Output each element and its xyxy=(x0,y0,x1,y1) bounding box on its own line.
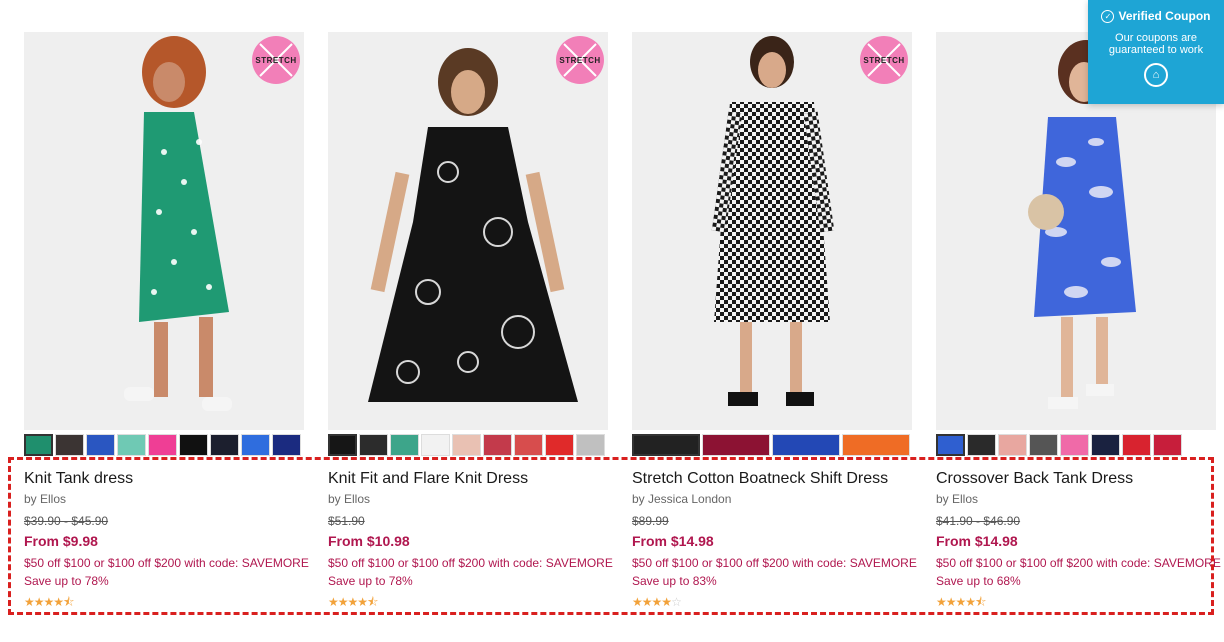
color-swatch[interactable] xyxy=(148,434,177,456)
color-swatch[interactable] xyxy=(179,434,208,456)
stretch-badge: STRETCH xyxy=(860,36,908,84)
rating-stars: ★★★★☆ xyxy=(632,595,912,609)
color-swatch[interactable] xyxy=(1153,434,1182,456)
verified-coupon-widget[interactable]: ✓ Verified Coupon Our coupons are guaran… xyxy=(1088,0,1224,104)
product-brand: by Jessica London xyxy=(632,492,732,506)
original-price: $51.90 xyxy=(328,514,365,528)
color-swatch[interactable] xyxy=(241,434,270,456)
save-text: Save up to 78% xyxy=(328,574,413,588)
promo-text: $50 off $100 or $100 off $200 with code:… xyxy=(328,556,613,570)
product-title[interactable]: Stretch Cotton Boatneck Shift Dress xyxy=(632,469,912,489)
color-swatch[interactable] xyxy=(842,434,910,456)
sale-price: From $9.98 xyxy=(24,533,98,549)
color-swatches xyxy=(936,434,1224,456)
star-icon: ★ xyxy=(641,595,653,609)
color-swatch[interactable] xyxy=(359,434,388,456)
star-icon: ★ xyxy=(328,595,339,609)
color-swatch[interactable] xyxy=(483,434,512,456)
save-text: Save up to 78% xyxy=(24,574,109,588)
color-swatch[interactable] xyxy=(514,434,543,456)
color-swatch[interactable] xyxy=(117,434,146,456)
promo-text: $50 off $100 or $100 off $200 with code:… xyxy=(632,556,917,570)
sale-price: From $14.98 xyxy=(936,533,1018,549)
promo-text: $50 off $100 or $100 off $200 with code:… xyxy=(24,556,309,570)
color-swatch[interactable] xyxy=(55,434,84,456)
rating-stars: ★★★★⯪ xyxy=(328,595,608,609)
star-icon: ★ xyxy=(337,595,349,609)
color-swatch[interactable] xyxy=(1122,434,1151,456)
color-swatch[interactable] xyxy=(24,434,53,456)
check-icon: ✓ xyxy=(1101,9,1115,23)
star-icon: ★ xyxy=(347,595,359,609)
product-brand: by Ellos xyxy=(24,492,67,506)
color-swatch[interactable] xyxy=(328,434,357,456)
star-icon: ★ xyxy=(661,595,672,609)
sale-price: From $14.98 xyxy=(632,533,714,549)
color-swatches xyxy=(632,434,928,456)
rating-stars: ★★★★⯪ xyxy=(24,595,304,609)
star-icon: ★ xyxy=(53,595,64,609)
star-icon: ⯪ xyxy=(367,595,378,609)
star-icon: ☆ xyxy=(671,595,682,609)
stretch-badge: STRETCH xyxy=(556,36,604,84)
product-card[interactable]: STRETCH Stretch Cotton Boatneck Shift Dr… xyxy=(632,32,917,609)
color-swatch[interactable] xyxy=(967,434,996,456)
stretch-badge: STRETCH xyxy=(252,36,300,84)
coupon-subtitle: Our coupons are guaranteed to work xyxy=(1108,32,1204,56)
color-swatch[interactable] xyxy=(86,434,115,456)
color-swatch[interactable] xyxy=(452,434,481,456)
rating-stars: ★★★★⯪ xyxy=(936,595,1216,609)
save-text: Save up to 68% xyxy=(936,574,1021,588)
product-image[interactable]: STRETCH xyxy=(328,32,608,430)
star-icon: ⯪ xyxy=(63,595,74,609)
star-icon: ★ xyxy=(955,595,967,609)
original-price: $89.99 xyxy=(632,514,669,528)
color-swatch[interactable] xyxy=(1029,434,1058,456)
product-card[interactable]: STRETCH Knit Fit and Flare Knit Dress by… xyxy=(328,32,613,609)
product-title[interactable]: Knit Tank dress xyxy=(24,469,304,489)
star-icon: ★ xyxy=(357,595,368,609)
star-icon: ★ xyxy=(965,595,976,609)
sale-price: From $10.98 xyxy=(328,533,410,549)
color-swatches xyxy=(328,434,624,456)
star-icon: ★ xyxy=(936,595,947,609)
coupon-header: ✓ Verified Coupon xyxy=(1088,9,1224,23)
product-image[interactable]: STRETCH xyxy=(632,32,912,430)
star-icon: ★ xyxy=(632,595,643,609)
product-card[interactable]: Crossover Back Tank Dress by Ellos $41.9… xyxy=(936,32,1221,609)
color-swatch[interactable] xyxy=(272,434,301,456)
color-swatch[interactable] xyxy=(702,434,770,456)
star-icon: ★ xyxy=(945,595,957,609)
color-swatch[interactable] xyxy=(936,434,965,456)
promo-text: $50 off $100 or $100 off $200 with code:… xyxy=(936,556,1221,570)
star-icon: ★ xyxy=(651,595,663,609)
color-swatch[interactable] xyxy=(632,434,700,456)
product-brand: by Ellos xyxy=(936,492,979,506)
color-swatches xyxy=(24,434,320,456)
original-price: $39.90 - $45.90 xyxy=(24,514,109,528)
color-swatch[interactable] xyxy=(1091,434,1120,456)
star-icon: ★ xyxy=(43,595,55,609)
product-image[interactable]: STRETCH xyxy=(24,32,304,430)
product-title[interactable]: Crossover Back Tank Dress xyxy=(936,469,1216,489)
coupon-logo-icon[interactable]: ⌂ xyxy=(1144,63,1168,87)
color-swatch[interactable] xyxy=(772,434,840,456)
original-price: $41.90 - $46.90 xyxy=(936,514,1021,528)
color-swatch[interactable] xyxy=(545,434,574,456)
color-swatch[interactable] xyxy=(1060,434,1089,456)
product-title[interactable]: Knit Fit and Flare Knit Dress xyxy=(328,469,608,489)
color-swatch[interactable] xyxy=(390,434,419,456)
coupon-title: Verified Coupon xyxy=(1118,9,1211,23)
star-icon: ★ xyxy=(33,595,45,609)
save-text: Save up to 83% xyxy=(632,574,717,588)
color-swatch[interactable] xyxy=(421,434,450,456)
color-swatch[interactable] xyxy=(998,434,1027,456)
star-icon: ⯪ xyxy=(975,595,986,609)
color-swatch[interactable] xyxy=(210,434,239,456)
product-brand: by Ellos xyxy=(328,492,371,506)
color-swatch[interactable] xyxy=(576,434,605,456)
star-icon: ★ xyxy=(24,595,35,609)
product-card[interactable]: STRETCH Knit Tank dress by Ellos $39.90 … xyxy=(24,32,309,609)
